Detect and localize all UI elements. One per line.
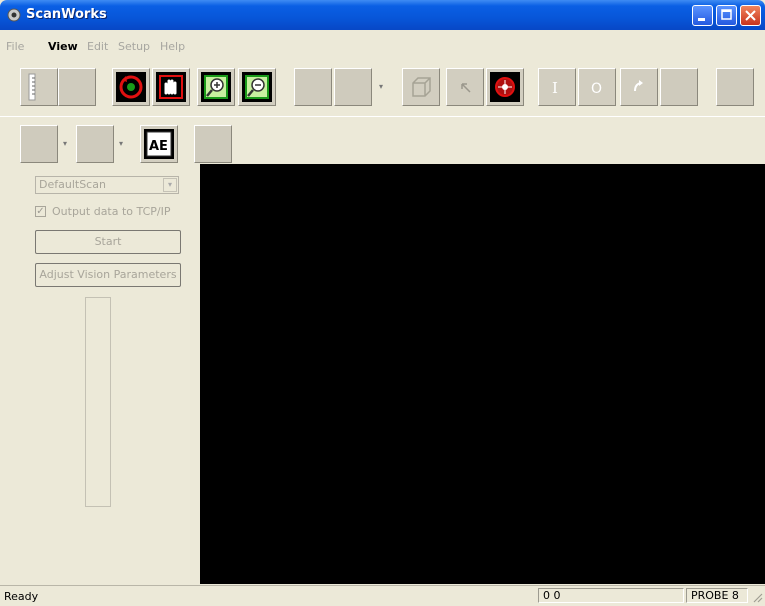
secondary-toolbar: ▾ ▾ AE bbox=[0, 116, 765, 165]
svg-text:I: I bbox=[552, 79, 558, 97]
window-title: ScanWorks bbox=[26, 7, 107, 22]
auto-exposure-button[interactable]: AE bbox=[140, 125, 178, 163]
menu-help[interactable]: Help bbox=[160, 40, 185, 53]
maximize-button[interactable] bbox=[716, 5, 737, 26]
minimize-icon bbox=[698, 18, 705, 21]
minimize-button[interactable] bbox=[692, 5, 713, 26]
title-bar[interactable]: ScanWorks bbox=[0, 0, 765, 30]
maximize-icon bbox=[721, 9, 732, 20]
vertical-progress-bar bbox=[85, 297, 111, 507]
status-coordinates: 0 0 bbox=[538, 588, 684, 603]
menu-edit[interactable]: Edit bbox=[87, 40, 108, 53]
app-window: ScanWorks File View Edit Setup Help ▾ I … bbox=[0, 0, 765, 606]
menu-bar: File View Edit Setup Help bbox=[0, 30, 765, 54]
curve-arrow-button[interactable] bbox=[620, 68, 658, 106]
zoom-in-button[interactable] bbox=[197, 68, 235, 106]
output-o-button[interactable]: O bbox=[578, 68, 616, 106]
menu-file[interactable]: File bbox=[6, 40, 24, 53]
dropdown-arrow-icon[interactable]: ▾ bbox=[116, 125, 126, 163]
svg-text:O: O bbox=[591, 81, 602, 97]
blank-tool-button[interactable] bbox=[194, 125, 232, 163]
start-button[interactable]: Start bbox=[35, 230, 181, 254]
dropdown-arrow-icon[interactable]: ▾ bbox=[376, 68, 386, 106]
target-icon bbox=[490, 72, 520, 102]
blank-tool-button[interactable] bbox=[716, 68, 754, 106]
tcp-output-checkbox[interactable]: ✓ bbox=[35, 206, 46, 217]
adjust-vision-parameters-button[interactable]: Adjust Vision Parameters bbox=[35, 263, 181, 287]
chevron-down-icon[interactable]: ▾ bbox=[163, 178, 177, 192]
tcp-output-label: Output data to TCP/IP bbox=[52, 205, 171, 218]
scan-profile-select[interactable]: DefaultScan ▾ bbox=[35, 176, 179, 194]
ruler-icon bbox=[28, 73, 36, 101]
status-bar: Ready 0 0 PROBE 8 bbox=[0, 585, 765, 606]
blank-tool-button[interactable] bbox=[58, 68, 96, 106]
close-icon bbox=[745, 10, 756, 21]
blank-tool-button[interactable] bbox=[294, 68, 332, 106]
zoom-in-icon bbox=[201, 72, 231, 102]
cube-view-button[interactable] bbox=[402, 68, 440, 106]
pan-hand-icon bbox=[156, 72, 186, 102]
dropdown-arrow-icon[interactable]: ▾ bbox=[60, 125, 70, 163]
target-button[interactable] bbox=[486, 68, 524, 106]
ruler-button[interactable] bbox=[20, 68, 58, 106]
rotate-view-icon bbox=[116, 72, 146, 102]
select-arrow-icon bbox=[461, 83, 471, 93]
status-probe: PROBE 8 bbox=[686, 588, 748, 603]
zoom-out-button[interactable] bbox=[238, 68, 276, 106]
input-i-button[interactable]: I bbox=[538, 68, 576, 106]
rotate-view-button[interactable] bbox=[112, 68, 150, 106]
zoom-out-icon bbox=[242, 72, 272, 102]
status-text: Ready bbox=[4, 590, 39, 603]
menu-setup[interactable]: Setup bbox=[118, 40, 150, 53]
blank-tool-button[interactable] bbox=[660, 68, 698, 106]
scan-control-panel: DefaultScan ▾ ✓ Output data to TCP/IP St… bbox=[6, 164, 196, 584]
ae-icon: AE bbox=[144, 129, 174, 159]
ae-label: AE bbox=[149, 139, 168, 154]
blank-tool-button[interactable] bbox=[334, 68, 372, 106]
cube-icon bbox=[412, 77, 431, 97]
blank-tool-button[interactable] bbox=[76, 125, 114, 163]
scan-viewport[interactable] bbox=[200, 164, 765, 584]
pan-button[interactable] bbox=[152, 68, 190, 106]
app-icon bbox=[7, 8, 21, 22]
io-i-icon: I bbox=[552, 79, 558, 97]
curve-arrow-icon bbox=[634, 80, 643, 92]
resize-grip-icon[interactable] bbox=[751, 591, 763, 603]
scan-profile-value: DefaultScan bbox=[39, 178, 106, 191]
blank-tool-button[interactable] bbox=[20, 125, 58, 163]
menu-view[interactable]: View bbox=[48, 40, 78, 53]
main-toolbar: ▾ I O bbox=[0, 54, 765, 116]
io-o-icon: O bbox=[591, 81, 602, 97]
select-button[interactable] bbox=[446, 68, 484, 106]
close-button[interactable] bbox=[740, 5, 761, 26]
